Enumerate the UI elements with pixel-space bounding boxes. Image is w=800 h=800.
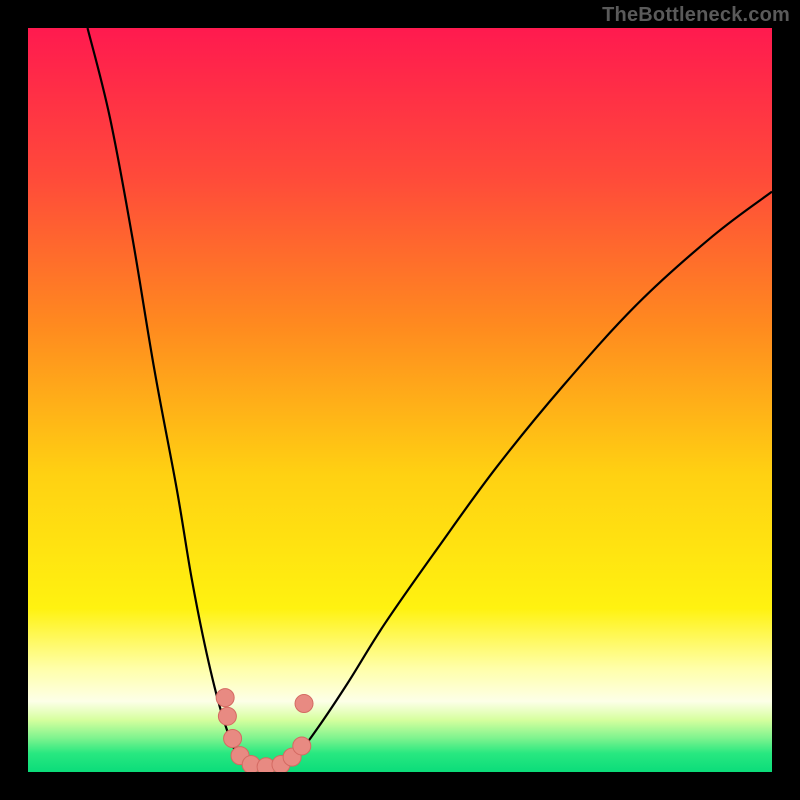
frame-border: [0, 772, 800, 800]
chart-stage: TheBottleneck.com: [0, 0, 800, 800]
gradient-background: [28, 28, 772, 772]
watermark-text: TheBottleneck.com: [602, 4, 790, 27]
frame-border: [772, 0, 800, 800]
frame-border: [0, 0, 28, 800]
